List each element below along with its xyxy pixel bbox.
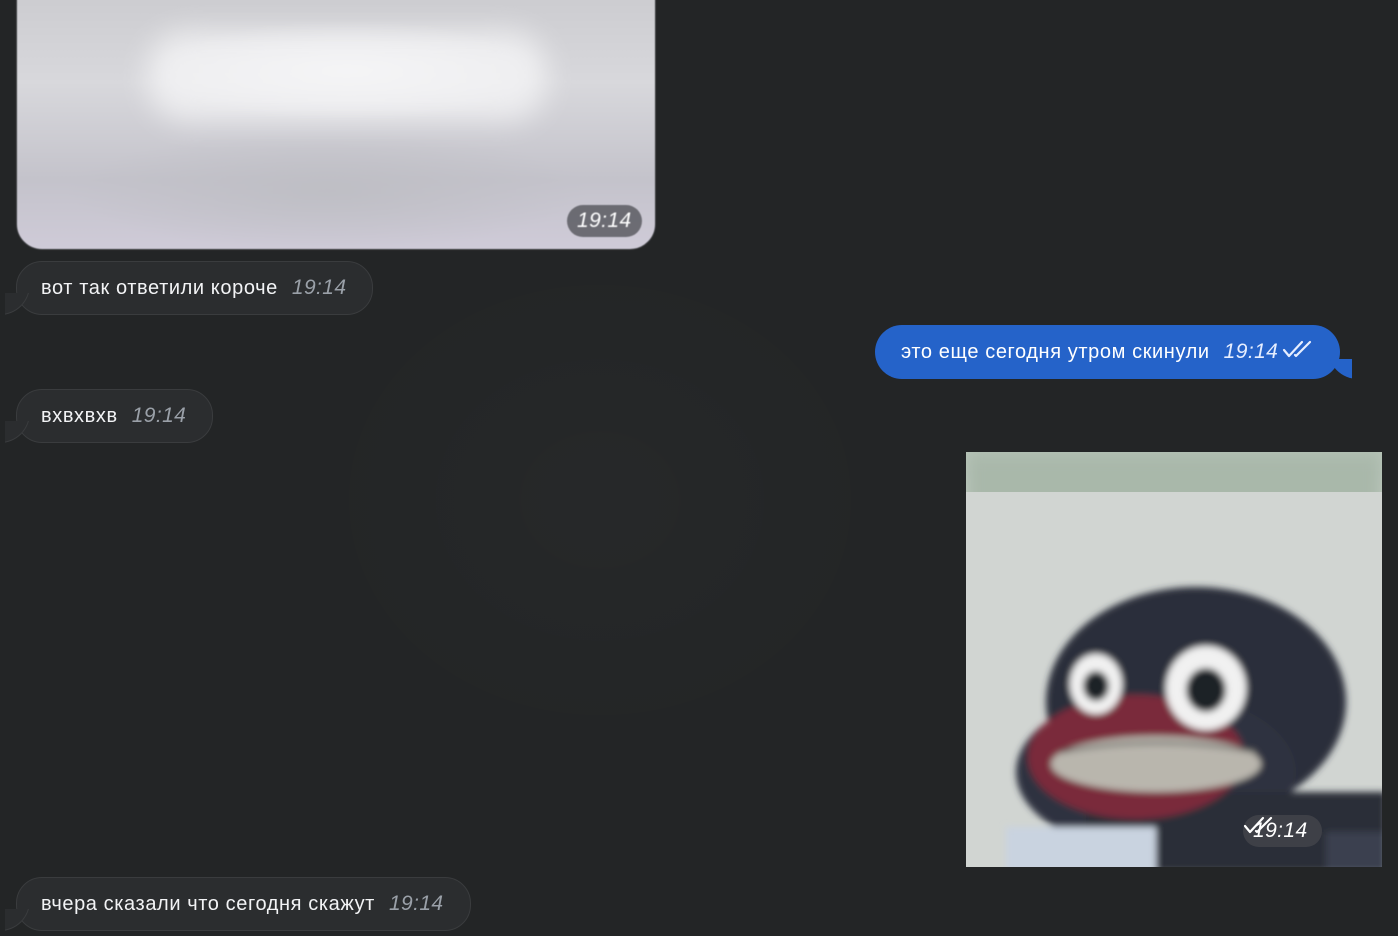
bubble-tail [5, 909, 31, 931]
double-check-icon [1282, 339, 1314, 365]
message-time: 19:14 [1223, 340, 1279, 363]
bubble-tail [5, 421, 31, 443]
photo-image [966, 452, 1382, 867]
message-text: вхвхвхв [41, 404, 118, 427]
bubble-tail [1328, 359, 1352, 379]
message-text: вот так ответили короче [41, 276, 278, 299]
message-time: 19:14 [131, 404, 187, 427]
blurred-image-content [147, 31, 547, 121]
message-time: 19:14 [388, 892, 444, 915]
message-text: это еще сегодня утром скинули [901, 340, 1210, 363]
outgoing-message[interactable]: это еще сегодня утром скинули 19:14 [875, 325, 1341, 379]
incoming-message[interactable]: вчера сказали что сегодня скажут 19:14 [16, 877, 471, 931]
message-time: 19:14 [567, 205, 642, 237]
message-text: вчера сказали что сегодня скажут [41, 892, 375, 915]
bubble-tail [5, 293, 31, 315]
incoming-message[interactable]: вот так ответили короче 19:14 [16, 261, 374, 315]
incoming-photo-message[interactable]: 19:14 [16, 0, 656, 250]
incoming-message[interactable]: вхвхвхв 19:14 [16, 389, 214, 443]
message-time: 19:14 [1243, 815, 1322, 847]
outgoing-photo-message[interactable]: 19:14 [966, 452, 1382, 867]
chat-area[interactable]: 19:14 вот так ответили короче 19:14 это … [0, 0, 1398, 936]
message-time: 19:14 [291, 276, 347, 299]
